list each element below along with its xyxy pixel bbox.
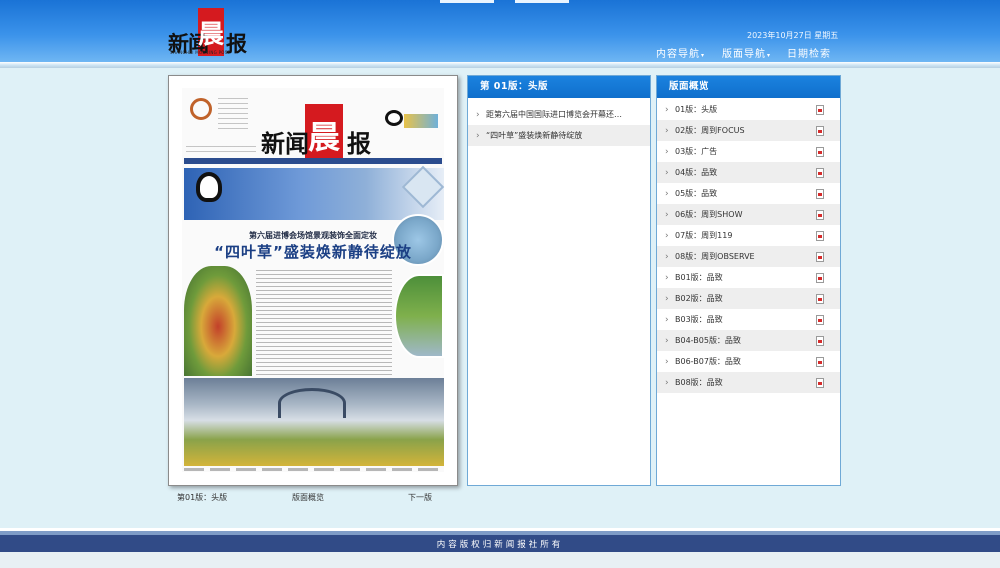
panda-mascot-icon (196, 172, 222, 202)
pdf-icon[interactable] (816, 336, 824, 346)
edition-panel-title: 版面概览 (657, 76, 840, 98)
pdf-icon[interactable] (816, 168, 824, 178)
masthead-ad (404, 114, 438, 128)
edition-item[interactable]: › B04-B05版：品致 (657, 330, 840, 351)
pdf-icon[interactable] (816, 210, 824, 220)
article-item[interactable]: › 距第六届中国国际进口博览会开幕还… (468, 104, 650, 125)
pdf-icon[interactable] (816, 294, 824, 304)
header-tab-nub (515, 0, 569, 3)
chevron-right-icon: › (665, 273, 669, 283)
header-bar (0, 0, 1000, 62)
venue-arch (278, 388, 346, 418)
pdf-icon[interactable] (816, 126, 824, 136)
paper-footer (184, 468, 442, 471)
newspaper-front-page[interactable]: 新闻 晨 报 第六届进博会场馆景观装饰全面定妆 “四叶草”盛装焕新静待绽放 (182, 88, 445, 472)
pdf-icon[interactable] (816, 252, 824, 262)
edition-overview-link[interactable]: 版面概览 (292, 492, 324, 503)
chevron-right-icon: › (476, 131, 480, 141)
edition-item[interactable]: › 06版：周到SHOW (657, 204, 840, 225)
pdf-icon[interactable] (816, 105, 824, 115)
masthead-info (186, 146, 256, 156)
expo-emblem-icon (190, 98, 212, 120)
chevron-down-icon: ▾ (701, 52, 705, 59)
edition-item[interactable]: › B06-B07版：品致 (657, 351, 840, 372)
edition-item[interactable]: › 03版：广告 (657, 141, 840, 162)
garden-photo (394, 274, 444, 358)
header-tab-nub (440, 0, 494, 3)
chevron-right-icon: › (665, 189, 669, 199)
edition-item[interactable]: › 01版：头版 (657, 99, 840, 120)
edition-item[interactable]: › B03版：品致 (657, 309, 840, 330)
chevron-right-icon: › (665, 168, 669, 178)
chevron-right-icon: › (665, 252, 669, 262)
chevron-right-icon: › (665, 378, 669, 388)
chevron-right-icon: › (665, 357, 669, 367)
edition-item[interactable]: › B08版：品致 (657, 372, 840, 393)
pdf-icon[interactable] (816, 189, 824, 199)
masthead-char: 报 (347, 129, 371, 158)
edition-item[interactable]: › 02版：周到FOCUS (657, 120, 840, 141)
pdf-icon[interactable] (816, 231, 824, 241)
chevron-right-icon: › (476, 110, 480, 120)
edition-item[interactable]: › 04版：品致 (657, 162, 840, 183)
paper-subheadline: 第六届进博会场馆景观装饰全面定妆 (249, 231, 377, 240)
chevron-down-icon: ▾ (767, 52, 771, 59)
edition-item[interactable]: › 08版：周到OBSERVE (657, 246, 840, 267)
pdf-icon[interactable] (816, 315, 824, 325)
flower-bed-photo (184, 266, 252, 376)
current-edition-link[interactable]: 第01版：头版 (177, 492, 227, 503)
chevron-right-icon: › (665, 315, 669, 325)
nav-label: 日期检索 (787, 49, 831, 60)
edition-list-panel: 版面概览 › 01版：头版 › 02版：周到FOCUS › 03版：广告 › 04版：品… (656, 75, 841, 486)
article-columns (256, 270, 392, 380)
nav-label: 版面导航 (722, 49, 766, 60)
nav-edition[interactable]: 版面导航▾ (722, 45, 770, 60)
chevron-right-icon: › (665, 336, 669, 346)
site-logo[interactable]: 新 闻 晨 报 SHANGHAI MORNING POST (168, 8, 256, 58)
expo-banner-image (184, 168, 444, 220)
edition-item[interactable]: › B01版：品致 (657, 267, 840, 288)
edition-item[interactable]: › 05版：品致 (657, 183, 840, 204)
masthead-rule (184, 158, 442, 164)
edition-item[interactable]: › 07版：周到119 (657, 225, 840, 246)
chevron-right-icon: › (665, 105, 669, 115)
chevron-right-icon: › (665, 210, 669, 220)
nav-date-search[interactable]: 日期检索 (787, 45, 831, 60)
masthead-info (218, 98, 248, 132)
chevron-right-icon: › (665, 231, 669, 241)
edition-item[interactable]: › B02版：品致 (657, 288, 840, 309)
nav-content[interactable]: 内容导航▾ (656, 45, 704, 60)
copyright-text: 内容版权归新闻报社所有 (436, 540, 564, 550)
article-panel-title: 第 01版：头版 (468, 76, 650, 98)
header-separator (0, 62, 1000, 68)
nav-label: 内容导航 (656, 49, 700, 60)
chevron-right-icon: › (665, 294, 669, 304)
logo-english: SHANGHAI MORNING POST (170, 50, 231, 55)
footer-bottom (0, 552, 1000, 568)
logo-char: 晨 (198, 20, 225, 50)
article-list-panel: 第 01版：头版 › 距第六届中国国际进口博览会开幕还… › “四叶草”盛装焕新静待… (467, 75, 651, 486)
panda-icon (385, 110, 403, 126)
masthead-char: 晨 (308, 118, 341, 156)
chevron-right-icon: › (665, 147, 669, 157)
pdf-icon[interactable] (816, 147, 824, 157)
article-item[interactable]: › “四叶草”盛装焕新静待绽放 (468, 125, 650, 146)
next-edition-link[interactable]: 下一版 (408, 492, 432, 503)
paper-masthead-logo: 新闻 晨 报 (261, 96, 381, 162)
pdf-icon[interactable] (816, 378, 824, 388)
chevron-right-icon: › (665, 126, 669, 136)
pdf-icon[interactable] (816, 273, 824, 283)
current-date: 2023年10月27日 星期五 (747, 31, 839, 40)
masthead-char: 新闻 (261, 129, 309, 158)
pdf-icon[interactable] (816, 357, 824, 367)
page-preview[interactable]: 新闻 晨 报 第六届进博会场馆景观装饰全面定妆 “四叶草”盛装焕新静待绽放 (168, 75, 458, 486)
paper-headline: “四叶草”盛装焕新静待绽放 (214, 243, 412, 261)
